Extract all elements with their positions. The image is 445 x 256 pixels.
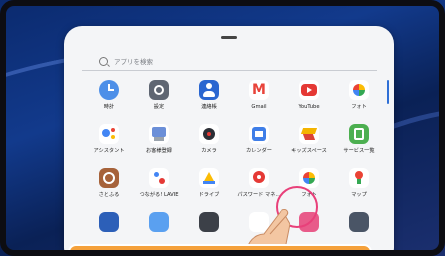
tablet-bezel [0, 0, 445, 256]
tablet-screen: アプリを検索 時計 設定 連絡帳 M Gmail YouTube フォト アシス… [0, 0, 445, 256]
